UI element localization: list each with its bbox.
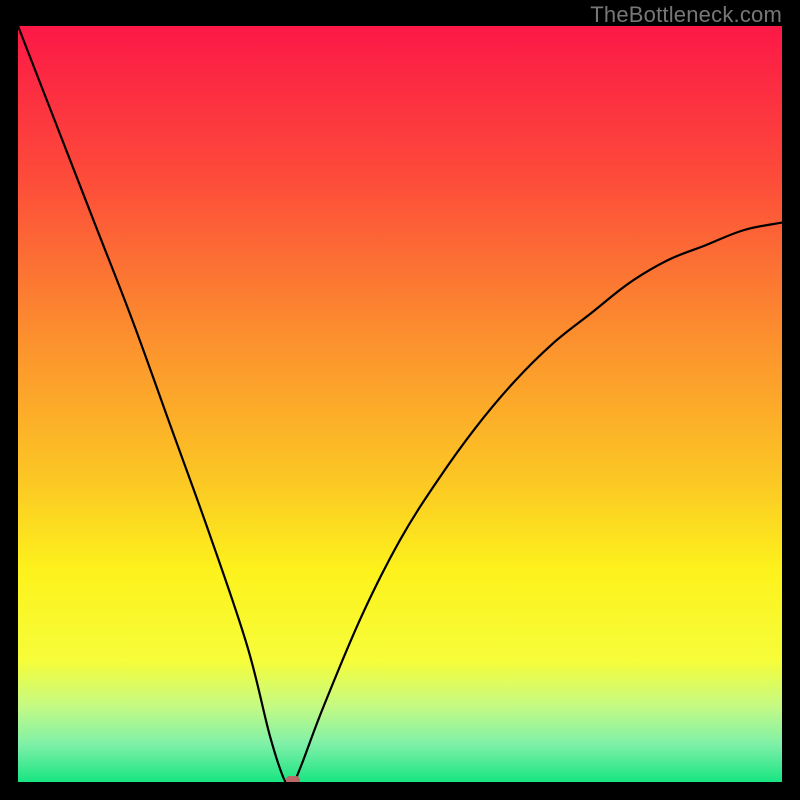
chart-plot-area (18, 26, 782, 782)
chart-marker (286, 776, 300, 782)
chart-background (18, 26, 782, 782)
chart-frame: TheBottleneck.com (0, 0, 800, 800)
chart-svg (18, 26, 782, 782)
watermark-label: TheBottleneck.com (590, 2, 782, 28)
